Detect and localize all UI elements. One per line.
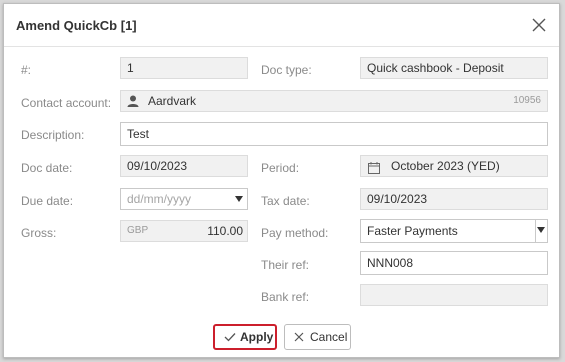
pay-method-select[interactable]: Faster Payments [360, 219, 548, 243]
dialog-header: Amend QuickCb [1] [4, 4, 559, 47]
period-value: October 2023 (YED) [391, 159, 500, 173]
number-label: #: [21, 63, 32, 77]
due-date-input[interactable]: dd/mm/yyyy [120, 188, 248, 210]
tax-date-value: 09/10/2023 [367, 192, 428, 206]
gross-field: GBP 110.00 [120, 220, 248, 242]
period-label: Period: [261, 161, 300, 175]
number-value: 1 [127, 61, 134, 75]
pay-method-dropdown-toggle[interactable] [535, 220, 547, 242]
amend-dialog: Amend QuickCb [1] #: 1 Doc type: Quick c… [3, 3, 560, 358]
bank-ref-field [360, 284, 548, 306]
doc-type-value: Quick cashbook - Deposit [367, 61, 504, 75]
doc-date-label: Doc date: [21, 161, 73, 175]
apply-label: Apply [240, 330, 274, 344]
contact-account-value: Aardvark [148, 94, 197, 108]
description-input[interactable]: Test [120, 122, 548, 146]
chevron-down-icon[interactable] [235, 196, 243, 202]
close-icon[interactable] [529, 15, 549, 35]
tax-date-field: 09/10/2023 [360, 188, 548, 210]
close-icon [294, 332, 304, 342]
pay-method-value: Faster Payments [367, 224, 458, 238]
dialog-title: Amend QuickCb [1] [16, 18, 137, 33]
person-icon [127, 94, 139, 111]
their-ref-value: NNN008 [367, 256, 414, 270]
contact-account-label: Contact account: [21, 96, 112, 110]
doc-type-label: Doc type: [261, 63, 312, 77]
period-field: October 2023 (YED) [360, 155, 548, 177]
chevron-down-icon [537, 227, 545, 233]
due-date-placeholder: dd/mm/yyyy [127, 192, 192, 206]
doc-date-field: 09/10/2023 [120, 155, 248, 177]
doc-date-value: 09/10/2023 [127, 159, 188, 173]
calendar-icon [368, 160, 380, 176]
apply-button[interactable]: Apply [213, 324, 277, 350]
gross-label: Gross: [21, 226, 57, 240]
description-label: Description: [21, 128, 85, 142]
description-value: Test [127, 127, 150, 141]
number-field: 1 [120, 57, 248, 79]
contact-account-field: Aardvark 10956 [120, 90, 548, 112]
bank-ref-label: Bank ref: [261, 290, 310, 304]
contact-account-code: 10956 [513, 95, 541, 106]
doc-type-field: Quick cashbook - Deposit [360, 57, 548, 79]
pay-method-label: Pay method: [261, 226, 329, 240]
cancel-button[interactable]: Cancel [284, 324, 351, 350]
currency-code: GBP [127, 225, 149, 236]
their-ref-label: Their ref: [261, 258, 310, 272]
cancel-label: Cancel [310, 330, 348, 344]
due-date-label: Due date: [21, 194, 74, 208]
check-icon [224, 333, 236, 342]
gross-value: 110.00 [207, 224, 243, 238]
their-ref-input[interactable]: NNN008 [360, 251, 548, 275]
tax-date-label: Tax date: [261, 194, 310, 208]
